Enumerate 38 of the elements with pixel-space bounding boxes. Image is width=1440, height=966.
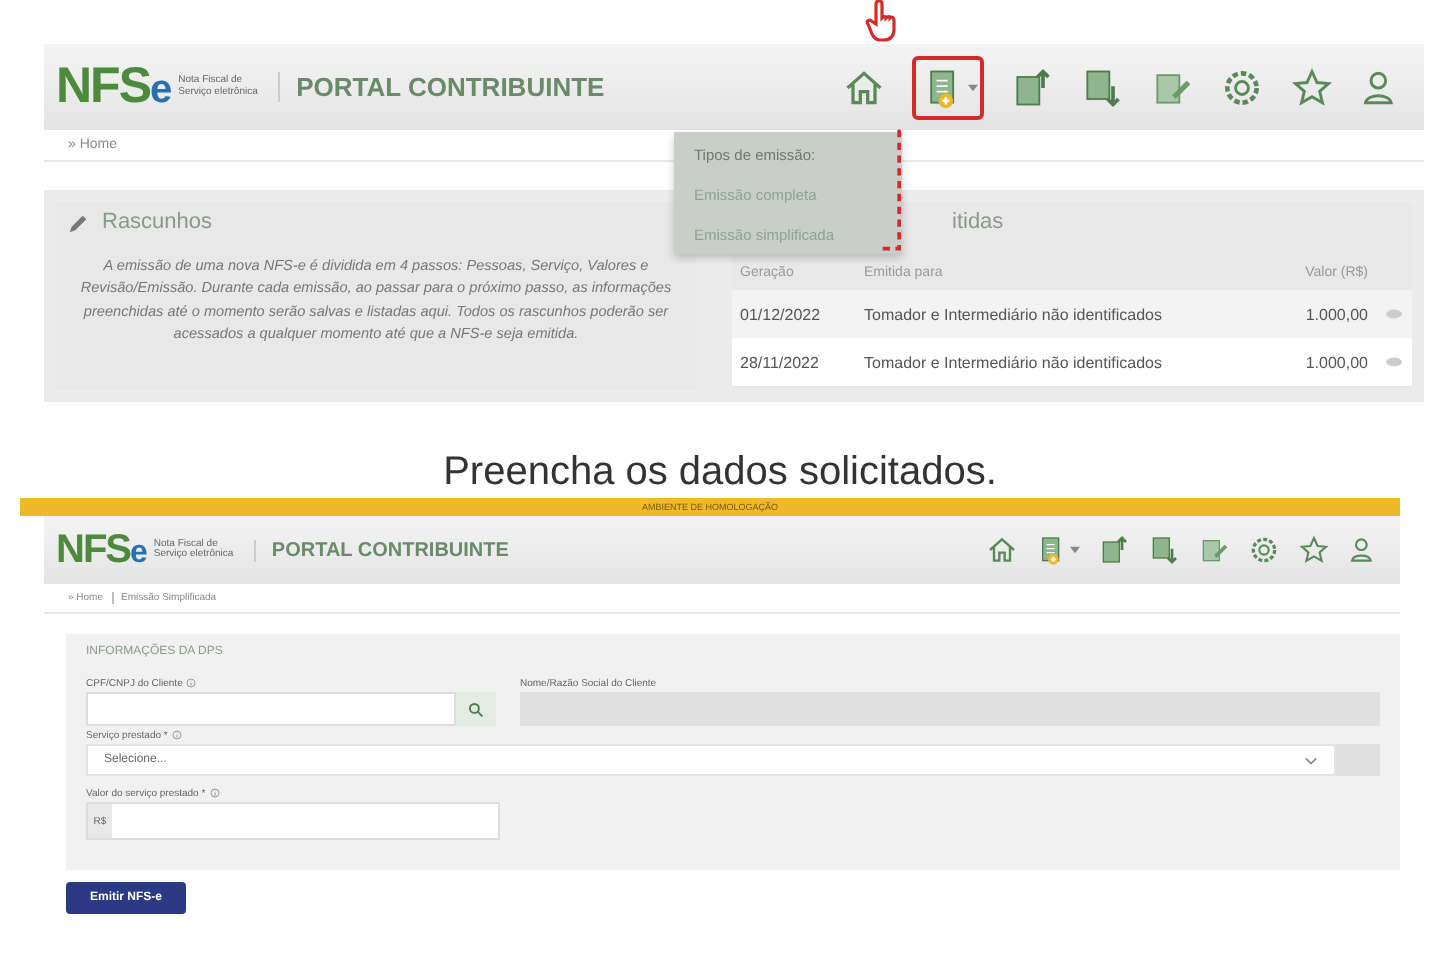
search-icon bbox=[468, 701, 484, 717]
table-cell-text: Tomador e Intermediário não identificados bbox=[864, 305, 1164, 323]
settings-icon[interactable] bbox=[1220, 65, 1264, 109]
table-cell-text: 28/11/2022 bbox=[740, 353, 821, 371]
table-row[interactable]: 28/11/2022 Tomador e Intermediário não identificados 1.000,00 bbox=[732, 338, 1412, 386]
info-icon[interactable] bbox=[171, 730, 182, 740]
table-row[interactable]: 01/12/2022 Tomador e Intermediário não identificados 1.000,00 bbox=[732, 290, 1412, 338]
star-icon[interactable] bbox=[1290, 65, 1334, 109]
table-cell-text: Tomador e Intermediário não identificados bbox=[864, 353, 1164, 371]
star-icon[interactable] bbox=[1298, 534, 1330, 566]
caret-icon bbox=[968, 83, 978, 91]
card-title: itidas bbox=[952, 210, 1004, 234]
home-icon[interactable] bbox=[986, 534, 1018, 566]
info-icon[interactable] bbox=[186, 678, 197, 688]
chevron-down-icon bbox=[1304, 755, 1318, 765]
pointing-hand-icon bbox=[864, 0, 896, 44]
pencil-icon bbox=[68, 211, 90, 233]
document-edit-icon[interactable] bbox=[1198, 534, 1230, 566]
document-download-icon[interactable] bbox=[1148, 534, 1180, 566]
active-toolbar-item[interactable] bbox=[1036, 534, 1080, 566]
highlighted-toolbar-item[interactable] bbox=[912, 55, 984, 119]
nfse-logo[interactable]: NFSe bbox=[56, 527, 148, 573]
caret-icon bbox=[1070, 546, 1080, 554]
caption-text: Preencha os dados solicitados. bbox=[441, 448, 999, 498]
settings-icon[interactable] bbox=[1248, 534, 1280, 566]
table-cell-text: 1.000,00 bbox=[1303, 353, 1368, 371]
table-cell-text: 01/12/2022 bbox=[740, 305, 823, 323]
nfse-logo[interactable]: NFSe bbox=[56, 58, 173, 116]
portal-title: PORTAL CONTRIBUINTE bbox=[278, 72, 605, 102]
card-title: Rascunhos bbox=[102, 210, 213, 234]
portal-title: PORTAL CONTRIBUINTE bbox=[253, 539, 509, 561]
search-button[interactable] bbox=[456, 692, 496, 726]
document-upload-icon[interactable] bbox=[1010, 65, 1054, 109]
document-download-icon[interactable] bbox=[1080, 65, 1124, 109]
info-icon[interactable] bbox=[209, 788, 220, 798]
document-upload-icon[interactable] bbox=[1098, 534, 1130, 566]
client-id-field[interactable] bbox=[86, 692, 456, 726]
table-cell-text: 1.000,00 bbox=[1303, 305, 1368, 323]
